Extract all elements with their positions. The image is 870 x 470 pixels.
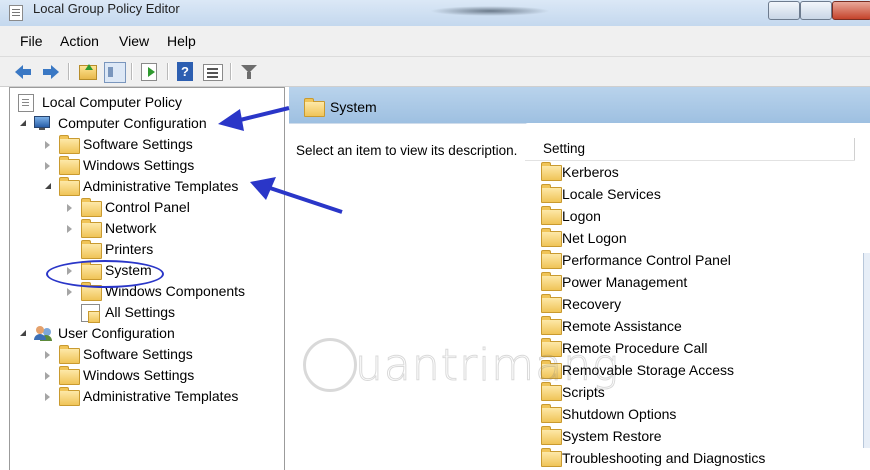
settings-list: Setting Kerberos Locale Services Logon Net … — [525, 123, 870, 469]
tree-item-label: Windows Settings — [83, 157, 195, 173]
list-item-label: Power Management — [562, 274, 688, 290]
show-hide-tree-icon[interactable] — [104, 62, 126, 83]
collapsed-triangle-icon[interactable] — [45, 351, 50, 359]
list-item-label: Shutdown Options — [562, 406, 677, 422]
details-pane: Select an item to view its description. … — [289, 123, 870, 470]
filter-icon[interactable] — [240, 62, 260, 81]
folder-icon — [541, 448, 562, 467]
folder-icon — [59, 366, 80, 385]
folder-icon — [81, 198, 102, 217]
folder-icon — [59, 156, 80, 175]
description-text: Select an item to view its description. — [296, 143, 518, 158]
users-icon — [34, 325, 52, 341]
list-item-label: Recovery — [562, 296, 622, 312]
details-header: System — [289, 87, 870, 123]
folder-icon — [541, 228, 562, 247]
menu-action[interactable]: Action — [60, 33, 99, 49]
title-bar-blur — [430, 6, 550, 16]
tree-item-label: Windows Settings — [83, 367, 195, 383]
back-arrow-icon[interactable] — [14, 62, 32, 81]
folder-icon — [541, 162, 562, 181]
collapsed-triangle-icon[interactable] — [67, 204, 72, 212]
up-folder-icon[interactable] — [79, 64, 97, 80]
folder-icon — [81, 240, 102, 259]
export-list-icon[interactable] — [141, 63, 157, 81]
list-item-label: Kerberos — [562, 164, 619, 180]
tree-item-label: Software Settings — [83, 136, 193, 152]
gpedit-app-icon — [9, 5, 23, 21]
tree-item-label: All Settings — [105, 304, 176, 320]
tree-item-label: User Configuration — [58, 325, 175, 341]
collapsed-triangle-icon[interactable] — [67, 288, 72, 296]
expanded-triangle-icon[interactable] — [45, 183, 51, 189]
title-bar: Local Group Policy Editor — [0, 0, 870, 26]
folder-icon — [59, 177, 80, 196]
policy-document-icon — [18, 94, 34, 112]
close-button[interactable] — [832, 1, 870, 20]
menu-bar: File Action View Help — [0, 26, 870, 57]
folder-icon — [81, 219, 102, 238]
tree-item-label: Control Panel — [105, 199, 190, 215]
tree-item-label: Local Computer Policy — [42, 94, 183, 110]
folder-icon — [541, 294, 562, 313]
help-icon[interactable]: ? — [177, 62, 193, 81]
expanded-triangle-icon[interactable] — [20, 120, 26, 126]
folder-icon — [541, 404, 562, 423]
menu-file[interactable]: File — [20, 33, 43, 49]
list-item-label: Net Logon — [562, 230, 627, 246]
scrollbar[interactable] — [863, 253, 870, 448]
column-header-setting[interactable]: Setting — [525, 138, 855, 161]
tree-item-label: Network — [105, 220, 157, 236]
toolbar-separator — [230, 63, 231, 80]
collapsed-triangle-icon[interactable] — [45, 141, 50, 149]
collapsed-triangle-icon[interactable] — [45, 162, 50, 170]
folder-icon — [59, 387, 80, 406]
watermark-text: uantrimang — [354, 340, 620, 392]
list-item-label: Performance Control Panel — [562, 252, 731, 268]
expanded-triangle-icon[interactable] — [20, 330, 26, 336]
folder-icon — [541, 272, 562, 291]
details-header-title: System — [330, 99, 377, 115]
tree-item-label: Computer Configuration — [58, 115, 207, 131]
tree-item-label: Administrative Templates — [83, 388, 239, 404]
folder-icon — [541, 184, 562, 203]
list-item-label: System Restore — [562, 428, 662, 444]
toolbar-separator — [131, 63, 132, 80]
toolbar-separator — [167, 63, 168, 80]
collapsed-triangle-icon[interactable] — [45, 372, 50, 380]
annotation-circle-system — [46, 260, 164, 288]
collapsed-triangle-icon[interactable] — [45, 393, 50, 401]
properties-icon[interactable] — [203, 64, 223, 81]
folder-icon — [541, 250, 562, 269]
all-settings-icon — [81, 304, 100, 323]
column-header-edge[interactable] — [854, 138, 863, 160]
watermark-logo-icon — [303, 338, 357, 392]
toolbar-separator — [68, 63, 69, 80]
collapsed-triangle-icon[interactable] — [67, 225, 72, 233]
menu-help[interactable]: Help — [167, 33, 196, 49]
window-title: Local Group Policy Editor — [33, 1, 180, 16]
description-area: Select an item to view its description. — [289, 123, 529, 470]
folder-icon — [541, 316, 562, 335]
folder-icon — [541, 206, 562, 225]
toolbar: ? — [0, 57, 870, 87]
folder-icon — [304, 98, 325, 117]
folder-icon — [541, 426, 562, 445]
watermark: uantrimang — [303, 338, 619, 398]
column-header-label: Setting — [543, 141, 586, 156]
maximize-button[interactable] — [800, 1, 832, 20]
list-item-label: Locale Services — [562, 186, 661, 202]
tree-item-label: Administrative Templates — [83, 178, 239, 194]
list-item-label: Logon — [562, 208, 601, 224]
tree-item-label: Software Settings — [83, 346, 193, 362]
minimize-button[interactable] — [768, 1, 800, 20]
computer-icon — [34, 116, 52, 130]
list-item-label: Troubleshooting and Diagnostics — [562, 450, 766, 466]
forward-arrow-icon[interactable] — [42, 62, 60, 81]
list-item-label: Remote Assistance — [562, 318, 682, 334]
folder-icon — [59, 135, 80, 154]
folder-icon — [59, 345, 80, 364]
tree-item-label: Printers — [105, 241, 154, 257]
menu-view[interactable]: View — [119, 33, 149, 49]
